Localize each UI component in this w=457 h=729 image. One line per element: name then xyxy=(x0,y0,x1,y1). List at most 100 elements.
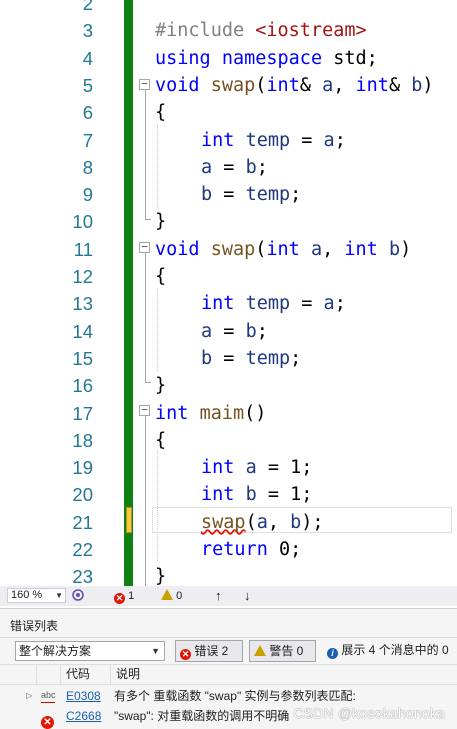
code-line[interactable]: 21 swap(a, b); xyxy=(0,509,457,536)
code-text: swap(a, b); xyxy=(201,509,324,536)
category-column[interactable] xyxy=(36,665,60,684)
code-token: std; xyxy=(322,47,378,69)
code-line[interactable]: 20 int b = 1; xyxy=(0,481,457,508)
code-text: void swap(int a, int b) xyxy=(155,236,411,263)
code-line[interactable]: 3 #include <iostream> xyxy=(0,17,457,44)
code-text: #include <iostream> xyxy=(155,17,367,44)
code-text: int a = 1; xyxy=(201,454,312,481)
zoom-select[interactable]: 160 % ▼ xyxy=(7,588,66,603)
warnings-filter-label: 警告 0 xyxy=(269,644,304,658)
description-column-header[interactable]: 说明 xyxy=(110,665,457,684)
code-line[interactable]: 23} xyxy=(0,563,457,586)
expand-icon[interactable]: ▷ xyxy=(26,686,32,706)
code-line[interactable]: 18 { xyxy=(0,427,457,454)
code-text: { xyxy=(155,99,166,126)
code-text: { xyxy=(155,427,166,454)
code-line[interactable]: 4 using namespace std; xyxy=(0,45,457,72)
code-token: = 1; xyxy=(256,457,313,479)
spelling-icon: abc xyxy=(41,690,56,703)
scope-dropdown[interactable]: 整个解决方案 ▼ xyxy=(15,641,165,661)
code-token: int xyxy=(355,74,389,96)
code-line[interactable]: 17 int maim() xyxy=(0,400,457,427)
code-token: a xyxy=(245,457,257,479)
chevron-down-icon: ▼ xyxy=(55,591,63,600)
code-token: } xyxy=(155,375,167,397)
code-line[interactable]: 13 int temp = a; xyxy=(0,290,457,317)
messages-filter-button[interactable]: i 展示 4 个消息中的 0 xyxy=(327,640,449,662)
code-health-icon[interactable] xyxy=(71,588,85,604)
code-line[interactable]: 16} xyxy=(0,372,457,399)
code-token: b xyxy=(201,184,213,206)
line-number: 22 xyxy=(72,539,93,560)
code-token: ); xyxy=(301,511,324,533)
line-number: 23 xyxy=(72,566,93,586)
error-indicator[interactable]: ✕ 1 xyxy=(114,588,134,604)
code-token: = xyxy=(212,347,246,369)
code-token: return xyxy=(201,539,268,560)
code-token: ( xyxy=(255,238,267,260)
code-text: int maim() xyxy=(155,400,266,427)
panel-title: 错误列表 xyxy=(10,619,59,633)
code-line[interactable]: 10} xyxy=(0,208,457,235)
previous-issue-button[interactable]: ↑ xyxy=(215,588,222,604)
error-code-link[interactable]: E0308 xyxy=(66,686,101,706)
code-line[interactable]: 6{ xyxy=(0,99,457,126)
code-token: , xyxy=(333,74,356,96)
code-line[interactable]: 14 a = b; xyxy=(0,318,457,345)
code-token: { xyxy=(155,102,167,124)
code-token: int xyxy=(266,238,300,260)
code-line[interactable]: 9 b = temp; xyxy=(0,181,457,208)
code-line[interactable]: 15 b = temp; xyxy=(0,345,457,372)
errors-filter-button[interactable]: ✕ 错误 2 xyxy=(175,640,243,662)
warning-indicator[interactable]: 0 xyxy=(161,588,182,604)
code-line[interactable]: 2 xyxy=(0,0,457,17)
arrow-down-icon: ↓ xyxy=(244,588,251,603)
warnings-filter-button[interactable]: 警告 0 xyxy=(249,640,316,662)
code-token: a xyxy=(323,129,335,151)
code-line[interactable]: 8 a = b; xyxy=(0,154,457,181)
sort-column[interactable] xyxy=(0,665,36,684)
error-row-e0308[interactable]: ▷ abc E0308 有多个 重载函数 "swap" 实例与参数列表匹配: xyxy=(0,686,457,706)
code-text: using namespace std; xyxy=(155,45,378,72)
code-token: int xyxy=(155,402,189,424)
code-line[interactable]: 12 { xyxy=(0,263,457,290)
code-line[interactable]: 19 int a = 1; xyxy=(0,454,457,481)
code-token: , xyxy=(322,238,345,260)
line-number: 4 xyxy=(82,47,93,69)
code-token: ; xyxy=(256,320,268,342)
error-squiggle-token: swap xyxy=(201,511,246,533)
line-number: 12 xyxy=(72,266,93,287)
code-text: { xyxy=(155,263,166,290)
code-token: int xyxy=(201,129,235,151)
error-icon: ✕ xyxy=(41,709,54,729)
code-token: ; xyxy=(334,293,346,315)
code-text: } xyxy=(155,563,166,586)
code-text: int temp = a; xyxy=(201,127,346,154)
code-token: ) xyxy=(422,74,434,96)
error-description: "swap": 对重载函数的调用不明确 xyxy=(114,709,290,723)
code-token: int xyxy=(201,457,235,479)
code-token: a xyxy=(323,293,335,315)
code-line[interactable]: 22 return 0; xyxy=(0,536,457,563)
next-issue-button[interactable]: ↓ xyxy=(244,588,251,604)
code-token: ; xyxy=(290,347,302,369)
code-token: temp xyxy=(245,129,291,151)
code-line[interactable]: 5 void swap(int& a, int& b) xyxy=(0,72,457,99)
code-token: 0; xyxy=(267,539,302,560)
code-column-header[interactable]: 代码 xyxy=(60,665,110,684)
code-editor[interactable]: − − − 2 3 #include <iostream> 4 using namesp… xyxy=(0,0,457,586)
line-number: 11 xyxy=(73,238,93,260)
warning-icon xyxy=(161,589,173,600)
code-line[interactable]: 11 void swap(int a, int b) xyxy=(0,236,457,263)
zoom-level: 160 % xyxy=(11,589,43,601)
code-token: swap xyxy=(210,238,256,260)
code-text: b = temp; xyxy=(201,181,301,208)
code-line[interactable]: 7 int temp = a; xyxy=(0,127,457,154)
error-code-link[interactable]: C2668 xyxy=(66,706,101,726)
error-icon: ✕ xyxy=(114,593,125,604)
code-token: void xyxy=(155,74,200,96)
info-icon: i xyxy=(327,648,338,659)
